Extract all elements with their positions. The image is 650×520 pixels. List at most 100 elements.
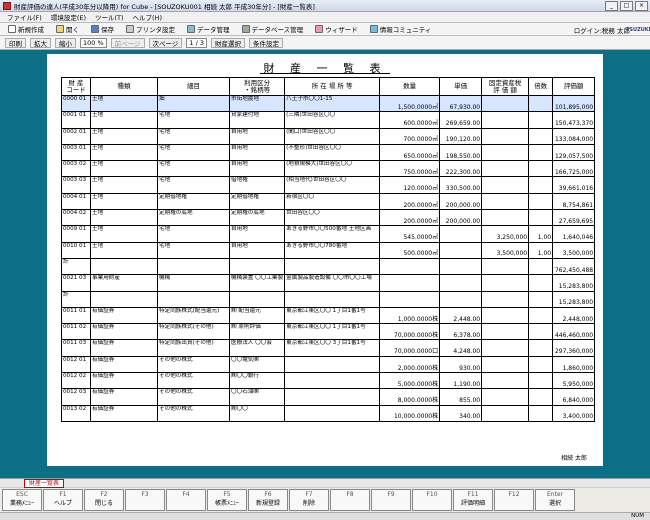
close-button[interactable]: × (635, 1, 648, 11)
owner-name: 相続 太郎 (561, 455, 587, 462)
fixed-tax-cell (481, 372, 530, 390)
header-multiplier: 倍数 (528, 77, 554, 96)
printer-setup-button[interactable]: プリンタ設定 (123, 24, 178, 34)
fixed-tax-cell (481, 274, 530, 292)
detail-cell: 宅地 (157, 111, 230, 129)
table-row[interactable]: 0011 01 有価証券 特定同族株式(配当還元) ㈱ 配当還元 東京都江東区〇〇 1丁… (61, 306, 596, 325)
fkey-f8[interactable]: F8 (330, 489, 370, 511)
community-label: 情報コミュニティ (379, 26, 432, 34)
community-button[interactable]: 情報コミュニティ (367, 24, 435, 34)
valuation-cell: 129,057,500 (552, 143, 596, 162)
kind-cell: 有価証券 (90, 388, 158, 406)
valuation-cell: 15,283,800 (552, 290, 596, 308)
table-row[interactable]: 0013 02 有価証券 その他の株式 ㈱〇〇 10,000.0000株 340.00 3,… (61, 404, 596, 422)
fkey-f6[interactable]: F6 新規登録 (248, 489, 288, 511)
tab-asset-list[interactable]: 財産一覧表 (24, 479, 65, 488)
table-row[interactable]: 0002 01 土地 宅地 自用地 (間口)世田谷区〇〇 700.0000㎡ 190,120… (61, 127, 596, 145)
select-asset-button[interactable]: 財産選択 (211, 37, 245, 48)
menu-file[interactable]: ファイル(F) (3, 12, 46, 22)
table-row[interactable]: 0000 01 土地畑市街地農地 八王子市〇〇1-15 1,500.0000㎡ 67,9… (61, 94, 596, 113)
database-button[interactable]: データベース管理 (239, 24, 307, 34)
table-row[interactable]: 0011 03 有価証券 特定同族出資(その他) 医療法人 〇〇会 東京都江東区〇〇 3… (61, 339, 596, 357)
fkey-esc[interactable]: ESC 業務ﾒﾆｭｰ (2, 489, 42, 511)
quantity-cell (379, 257, 441, 276)
menu-help[interactable]: ヘルプ(H) (129, 12, 166, 22)
table-row[interactable]: 0001 01 土地 宅地 貸家建付地 (三隣)世田谷区〇〇 600.0000㎡ 269,6… (61, 111, 596, 129)
save-icon (91, 25, 99, 33)
next-page-button[interactable]: 次ページ (148, 37, 183, 48)
table-row[interactable]: 計 15,283,800 (61, 290, 596, 308)
code-cell: 0003 02 (61, 160, 91, 178)
multiplier-cell: 1.00 (528, 225, 554, 243)
multiplier-cell (528, 209, 554, 227)
unit-price-cell: 190,120.00 (439, 127, 483, 145)
table-row[interactable]: 0012 01 有価証券 その他の株式 〇〇電気㈱ 2,000.0000株 930.00 1… (61, 355, 596, 374)
save-button[interactable]: 保存 (88, 24, 117, 34)
table-row[interactable]: 0004 02 土地 定期権の底地 定期権の底地 世田谷区〇〇 200.0000㎡ 200,… (61, 209, 596, 227)
unit-price-cell: 6,378.00 (439, 323, 483, 341)
fixed-tax-cell: 3,500,000 (481, 241, 530, 259)
table-row[interactable]: 計 762,450,488 (61, 257, 596, 276)
kind-cell: 事業用財産 (90, 274, 158, 292)
fkey-f1[interactable]: F1 ヘルプ (43, 489, 83, 511)
table-row[interactable]: 0012 03 有価証券 その他の株式 〇〇石油㈱ 8,000.0000株 855.00 6… (61, 388, 596, 406)
fkey-f12[interactable]: F12 (494, 489, 534, 511)
table-row[interactable]: 0004 01 土地 定期借地権 定期借地権 新宿区〇〇 200.0000㎡ 200,000… (61, 192, 596, 211)
code-cell: 0011 02 (61, 323, 91, 341)
print-button[interactable]: 印刷 (5, 37, 26, 48)
fkey-label: 業務ﾒﾆｭｰ (9, 500, 34, 507)
status-bar: NUM (0, 512, 650, 520)
location-cell: (地積規模大)世田谷区〇〇 (284, 160, 381, 178)
num-lock-indicator: NUM (631, 513, 644, 519)
maximize-button[interactable]: □ (620, 1, 633, 11)
zoom-in-button[interactable]: 拡大 (30, 37, 51, 48)
wizard-button[interactable]: ウィザード (312, 24, 361, 34)
fkey-f7[interactable]: F7 削除 (289, 489, 329, 511)
detail-cell: 定期権の底地 (157, 209, 230, 227)
table-row[interactable]: 0012 02 有価証券 その他の株式 ㈱〇〇銀行 5,000.0000株 1,190.0… (61, 372, 596, 390)
zoom-input[interactable]: 100 % (80, 37, 107, 48)
fkey-f11[interactable]: F11 評価明細 (453, 489, 493, 511)
fkey-f5[interactable]: F5 帳票ﾒﾆｭｰ (207, 489, 247, 511)
table-row[interactable]: 0010 01 土地 宅地 自用地 あきる野市〇〇780番地 500.0000㎡ 3,500… (61, 241, 596, 259)
fkey-f4[interactable]: F4 (166, 489, 206, 511)
quantity-cell: 70,000.0000株 (379, 323, 441, 341)
table-row[interactable]: 0021 03 事業用財産 機械 機械装置 〇〇工業製 金属製品製造設備 〇〇市〇〇工場… (61, 274, 596, 292)
location-cell: 金属製品製造設備 〇〇市〇〇工場 (284, 274, 381, 292)
location-cell: あきる野市〇〇500番地 土地区画 (284, 225, 381, 243)
minimize-button[interactable]: _ (605, 1, 618, 11)
menu-settings[interactable]: 環境設定(E) (47, 12, 90, 22)
new-button[interactable]: 新規作成 (5, 24, 47, 34)
detail-cell: 宅地 (157, 160, 230, 178)
table-row[interactable]: 0003 03 土地 宅地 借地権 (相当地代)世田谷区〇〇 120.0000㎡ 330,5… (61, 176, 596, 194)
valuation-cell: 762,450,488 (552, 257, 596, 276)
use-cell: 自用地 (228, 160, 286, 178)
table-row[interactable]: 0003 02 土地 宅地 自用地 (地積規模大)世田谷区〇〇 750.0000㎡ 222,… (61, 160, 596, 178)
fkey-enter[interactable]: Enter 選択 (535, 489, 575, 511)
window-title: 財産評価の達人(平成30年分以降用) for Cube - [SOUZOKU00… (14, 2, 315, 11)
fkey-f10[interactable]: F10 (412, 489, 452, 511)
fkey-f9[interactable]: F9 (371, 489, 411, 511)
zoom-out-button[interactable]: 縮小 (55, 37, 76, 48)
table-row[interactable]: 0009 01 土地 宅地 自用地 あきる野市〇〇500番地 土地区画 545.0000㎡… (61, 225, 596, 243)
data-manage-button[interactable]: データ管理 (184, 24, 233, 34)
fkey-f2[interactable]: F2 閉じる (84, 489, 124, 511)
condition-button[interactable]: 条件設定 (249, 37, 283, 48)
table-row[interactable]: 0003 01 土地 宅地 自用地 (不整形)世田谷区〇〇 650.0000㎡ 198,55… (61, 143, 596, 162)
quantity-cell: 1,000.0000株 (379, 306, 441, 325)
brand-logo: TSUZUKI (626, 27, 650, 33)
quantity-cell: 1,500.0000㎡ (379, 94, 441, 113)
code-cell: 0010 01 (61, 241, 91, 259)
table-row[interactable]: 0011 02 有価証券 特定同族株式(その他) ㈱ 原則評価 東京都江東区〇〇 1丁目… (61, 323, 596, 341)
multiplier-cell (528, 290, 554, 308)
quantity-cell: 650.0000㎡ (379, 143, 441, 162)
open-button[interactable]: 開く (53, 24, 82, 34)
quantity-cell: 700.0000㎡ (379, 127, 441, 145)
preview-area[interactable]: 財 産 一 覧 表 財 産コード 種類 細目 利用区分 ・銘柄等 所 在 場 所 … (0, 50, 650, 478)
prev-page-button[interactable]: 前ページ (110, 37, 145, 48)
printer-icon (126, 25, 134, 33)
menu-tools[interactable]: ツール(T) (91, 12, 128, 22)
fkey-f3[interactable]: F3 (125, 489, 165, 511)
kind-cell: 有価証券 (90, 372, 158, 390)
unit-price-cell (439, 225, 483, 243)
